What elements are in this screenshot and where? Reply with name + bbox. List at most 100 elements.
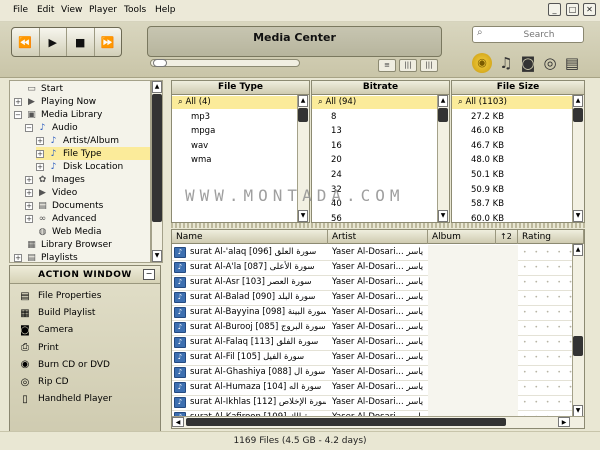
action-camera[interactable]: ◙ Camera [18,322,73,338]
action-build-playlist[interactable]: ▦ Build Playlist [18,305,95,321]
scroll-left-icon[interactable]: ◀ [172,417,184,427]
tree-expander-icon[interactable]: + [25,175,33,184]
track-list-hscrollbar[interactable]: ◀ ▶ [172,416,584,428]
tree-item-disk-location[interactable]: + ♪ Disk Location [36,160,123,173]
tree-item-documents[interactable]: + ▤ Documents [25,199,103,212]
menu-edit[interactable]: Edit [37,5,54,15]
view-columns-button[interactable]: ||| [399,59,417,72]
media-center-icon[interactable]: ◉ [472,53,492,73]
track-scroll-thumb[interactable] [573,336,583,356]
pane-scrollbar[interactable]: ▲ ▼ [572,95,584,222]
scroll-down-icon[interactable]: ▼ [438,210,448,222]
pane-header[interactable]: File Size [452,81,584,95]
pane-item[interactable]: 27.2 KB [452,111,572,124]
tree-expander-icon[interactable]: + [36,162,44,171]
track-rating[interactable]: • • • • • [520,320,572,335]
pane-splitter[interactable] [171,223,585,228]
sort-indicator[interactable]: ↑2 [496,230,518,244]
pane-item[interactable]: ⌕ All (1103) [452,96,572,109]
search-input[interactable] [497,28,581,41]
scroll-down-icon[interactable]: ▼ [152,250,162,262]
tree-item-media-library[interactable]: − ▣ Media Library [14,108,102,121]
table-row[interactable]: ♪ surat Al-Ghashiya [088] سورة ال Yaser Al… [172,365,572,381]
tree-scrollbar[interactable]: ▲ ▼ [151,80,163,263]
track-rating[interactable]: • • • • • [520,350,572,365]
tree-scroll-thumb[interactable] [152,94,162,222]
table-row[interactable]: ♪ surat Al-Fil [105] سورة الفيل Yaser Al-D… [172,350,572,366]
menu-file[interactable]: File [13,5,28,15]
play-button[interactable]: ▶ [40,28,67,56]
pane-item[interactable]: 16 [312,140,437,153]
tree-expander-icon[interactable]: − [25,123,33,132]
pane-scroll-thumb[interactable] [573,108,583,122]
view-list-button[interactable]: ≡ [378,59,396,72]
scroll-up-icon[interactable]: ▲ [573,95,583,107]
tree-expander-icon[interactable]: − [14,110,22,119]
menu-help[interactable]: Help [155,5,176,15]
scroll-down-icon[interactable]: ▼ [573,210,583,222]
scroll-up-icon[interactable]: ▲ [438,95,448,107]
column-header-album[interactable]: Album [428,230,496,244]
tree-item-images[interactable]: + ✿ Images [25,173,85,186]
table-row[interactable]: ♪ surat Al-Ikhlas [112] سورة الإخلاص Yaser… [172,395,572,411]
scroll-up-icon[interactable]: ▲ [152,81,162,93]
pane-item[interactable]: 46.7 KB [452,140,572,153]
fast-forward-button[interactable]: ⏩ [95,28,122,56]
action-window-minimize-button[interactable]: − [143,269,155,280]
pane-header[interactable]: Bitrate [312,81,449,95]
pane-item[interactable]: mpga [172,125,297,138]
tree-item-advanced[interactable]: + ∞ Advanced [25,212,96,225]
music-note-icon[interactable]: ♫ [496,53,516,73]
tree-item-artist-album[interactable]: + ♪ Artist/Album [36,134,119,147]
track-rating[interactable]: • • • • • [520,290,572,305]
track-rating[interactable]: • • • • • [520,245,572,260]
scroll-right-icon[interactable]: ▶ [558,417,570,427]
scroll-up-icon[interactable]: ▲ [298,95,308,107]
tree-expander-icon[interactable]: + [14,97,22,106]
stop-button[interactable]: ■ [67,28,95,56]
track-hscroll-thumb[interactable] [186,418,506,426]
pane-item[interactable]: 20 [312,154,437,167]
track-rating[interactable]: • • • • • [520,305,572,320]
pane-item[interactable]: wma [172,154,297,167]
column-header-artist[interactable]: Artist [328,230,428,244]
tree-item-library-browser[interactable]: ▦ Library Browser [14,238,112,251]
table-row[interactable]: ♪ surat Al-Bayyina [098] سورة البينة Yaser… [172,305,572,321]
track-rating[interactable]: • • • • • [520,275,572,290]
pane-item[interactable]: 8 [312,111,437,124]
tree-item-audio[interactable]: − ♪ Audio [25,121,78,134]
table-row[interactable]: ♪ surat Al-Balad [090] سورة البلد Yaser Al… [172,290,572,306]
tree-expander-icon[interactable]: + [36,136,44,145]
tree-item-web-media[interactable]: ◍ Web Media [25,225,102,238]
track-rating[interactable]: • • • • • [520,380,572,395]
track-rating[interactable]: • • • • • [520,260,572,275]
pane-item[interactable]: 50.9 KB [452,184,572,197]
scroll-up-icon[interactable]: ▲ [573,244,583,256]
tree-item-file-type[interactable]: + ♪ File Type [36,147,150,160]
tree-item-video[interactable]: + ▶ Video [25,186,77,199]
table-row[interactable]: ♪ surat Al-Burooj [085] سورة البروج Yaser … [172,320,572,336]
table-row[interactable]: ♪ surat Al-Falaq [113] سورة الفلق Yaser Al… [172,335,572,351]
pane-item[interactable]: wav [172,140,297,153]
seek-slider[interactable] [150,59,300,67]
tree-expander-icon[interactable]: + [25,214,33,223]
pane-item[interactable]: 60.0 KB [452,213,572,222]
column-header-rating[interactable]: Rating [518,230,584,244]
pane-header[interactable]: File Type [172,81,309,95]
menu-player[interactable]: Player [89,5,117,15]
track-rating[interactable]: • • • • • [520,335,572,350]
tree-item-start[interactable]: ▭ Start [14,82,63,95]
action-rip-cd[interactable]: ◎ Rip CD [18,374,69,390]
column-header-name[interactable]: Name [172,230,328,244]
action-print[interactable]: ⎙ Print [18,340,59,356]
table-row[interactable]: ♪ surat Al-'alaq [096] سورة العلق Yaser Al… [172,245,572,261]
tree-item-playing-now[interactable]: + ▶ Playing Now [14,95,96,108]
pane-item[interactable]: ⌕ All (94) [312,96,437,109]
track-list-vscrollbar[interactable]: ▲ ▼ [572,244,584,417]
pane-item[interactable]: ⌕ All (4) [172,96,297,109]
scroll-down-icon[interactable]: ▼ [298,210,308,222]
view-equalizer-button[interactable]: ||| [420,59,438,72]
table-row[interactable]: ♪ surat Al-Humaza [104] سورة اله Yaser Al-… [172,380,572,396]
pane-item[interactable]: 56 [312,213,437,222]
document-list-icon[interactable]: ▤ [562,53,582,73]
